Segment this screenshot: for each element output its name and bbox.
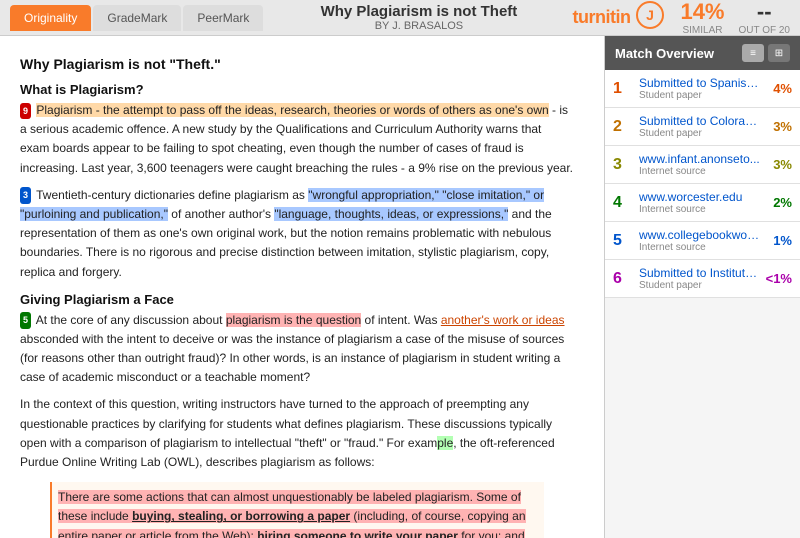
sidebar-view-btn-1[interactable]: ≡ xyxy=(742,44,764,62)
match-pct-5: 1% xyxy=(762,233,792,248)
match-sub-6: Student paper xyxy=(639,280,762,291)
highlighted-6: ple xyxy=(437,436,453,450)
match-item-6[interactable]: 6 Submitted to Institute ... Student pap… xyxy=(605,260,800,298)
match-sub-2: Student paper xyxy=(639,128,762,139)
section2-heading: Giving Plagiarism a Face xyxy=(20,292,574,307)
tab-peermark[interactable]: PeerMark xyxy=(183,5,263,31)
similarity-score: 14% SIMILAR xyxy=(680,0,724,36)
match-info-2: Submitted to Colorado... Student paper xyxy=(639,114,762,139)
badge-3: 5 xyxy=(20,312,31,328)
para-3: 5 At the core of any discussion about pl… xyxy=(20,311,574,388)
match-title-4: www.worcester.edu xyxy=(639,190,762,204)
doc-heading: Why Plagiarism is not "Theft." xyxy=(20,56,574,72)
turnitin-logo: turnitin J xyxy=(572,1,664,35)
main: Why Plagiarism is not "Theft." What is P… xyxy=(0,36,800,538)
section1-heading: What is Plagiarism? xyxy=(20,82,574,97)
match-info-4: www.worcester.edu Internet source xyxy=(639,190,762,215)
highlighted-3: "language, thoughts, ideas, or expressio… xyxy=(274,207,508,221)
match-title-5: www.collegebookworl... xyxy=(639,228,762,242)
badge-2: 3 xyxy=(20,187,31,203)
svg-text:J: J xyxy=(647,7,655,23)
match-item-2[interactable]: 2 Submitted to Colorado... Student paper… xyxy=(605,108,800,146)
match-num-1: 1 xyxy=(613,80,631,98)
blockquote: There are some actions that can almost u… xyxy=(50,482,544,538)
doc-title: Why Plagiarism is not Theft xyxy=(265,3,572,20)
sidebar-icons: ≡ ⊞ xyxy=(742,44,790,62)
highlighted-4: plagiarism is the question xyxy=(226,313,361,327)
match-num-6: 6 xyxy=(613,270,631,288)
highlighted-5: another's work or ideas xyxy=(441,313,565,327)
match-item-3[interactable]: 3 www.infant.anonseto... Internet source… xyxy=(605,146,800,184)
sidebar-title: Match Overview xyxy=(615,46,714,61)
turnitin-icon: J xyxy=(636,1,664,35)
match-sub-5: Internet source xyxy=(639,242,762,253)
match-info-1: Submitted to Spanish ... Student paper xyxy=(639,76,762,101)
match-sub-3: Internet source xyxy=(639,166,762,177)
title-area: Why Plagiarism is not Theft BY J. BRASAL… xyxy=(265,3,572,32)
match-pct-1: 4% xyxy=(762,81,792,96)
out-score: -- OUT OF 20 xyxy=(739,0,791,36)
match-num-3: 3 xyxy=(613,156,631,174)
match-item-4[interactable]: 4 www.worcester.edu Internet source 2% xyxy=(605,184,800,222)
match-info-5: www.collegebookworl... Internet source xyxy=(639,228,762,253)
match-info-6: Submitted to Institute ... Student paper xyxy=(639,266,762,291)
match-list: 1 Submitted to Spanish ... Student paper… xyxy=(605,70,800,538)
match-title-6: Submitted to Institute ... xyxy=(639,266,762,280)
match-sub-1: Student paper xyxy=(639,90,762,101)
doc-author: BY J. BRASALOS xyxy=(265,20,572,32)
score-percent: 14% xyxy=(680,0,724,25)
match-item-5[interactable]: 5 www.collegebookworl... Internet source… xyxy=(605,222,800,260)
tab-originality[interactable]: Originality xyxy=(10,5,91,31)
match-pct-6: <1% xyxy=(762,271,792,286)
sidebar-view-btn-2[interactable]: ⊞ xyxy=(768,44,790,62)
match-pct-3: 3% xyxy=(762,157,792,172)
para-4: In the context of this question, writing… xyxy=(20,395,574,472)
match-info-3: www.infant.anonseto... Internet source xyxy=(639,152,762,177)
match-num-2: 2 xyxy=(613,118,631,136)
para-2: 3 Twentieth-century dictionaries define … xyxy=(20,186,574,282)
sidebar: Match Overview ≡ ⊞ 1 Submitted to Spanis… xyxy=(605,36,800,538)
tab-grademark[interactable]: GradeMark xyxy=(93,5,181,31)
match-item-1[interactable]: 1 Submitted to Spanish ... Student paper… xyxy=(605,70,800,108)
highlighted-1: Plagiarism - the attempt to pass off the… xyxy=(36,103,548,117)
match-title-1: Submitted to Spanish ... xyxy=(639,76,762,90)
highlighted-7: There are some actions that can almost u… xyxy=(58,490,531,538)
turnitin-brand: turnitin xyxy=(572,7,630,28)
sidebar-header: Match Overview ≡ ⊞ xyxy=(605,36,800,70)
out-value: -- xyxy=(739,0,791,25)
match-title-3: www.infant.anonseto... xyxy=(639,152,762,166)
match-title-2: Submitted to Colorado... xyxy=(639,114,762,128)
match-pct-2: 3% xyxy=(762,119,792,134)
match-num-5: 5 xyxy=(613,232,631,250)
match-sub-4: Internet source xyxy=(639,204,762,215)
score-label: SIMILAR xyxy=(680,25,724,36)
para-1: 9 Plagiarism - the attempt to pass off t… xyxy=(20,101,574,178)
match-pct-4: 2% xyxy=(762,195,792,210)
out-label: OUT OF 20 xyxy=(739,25,791,36)
match-num-4: 4 xyxy=(613,194,631,212)
doc-panel[interactable]: Why Plagiarism is not "Theft." What is P… xyxy=(0,36,605,538)
topbar: Originality GradeMark PeerMark Why Plagi… xyxy=(0,0,800,36)
badge-1: 9 xyxy=(20,103,31,119)
